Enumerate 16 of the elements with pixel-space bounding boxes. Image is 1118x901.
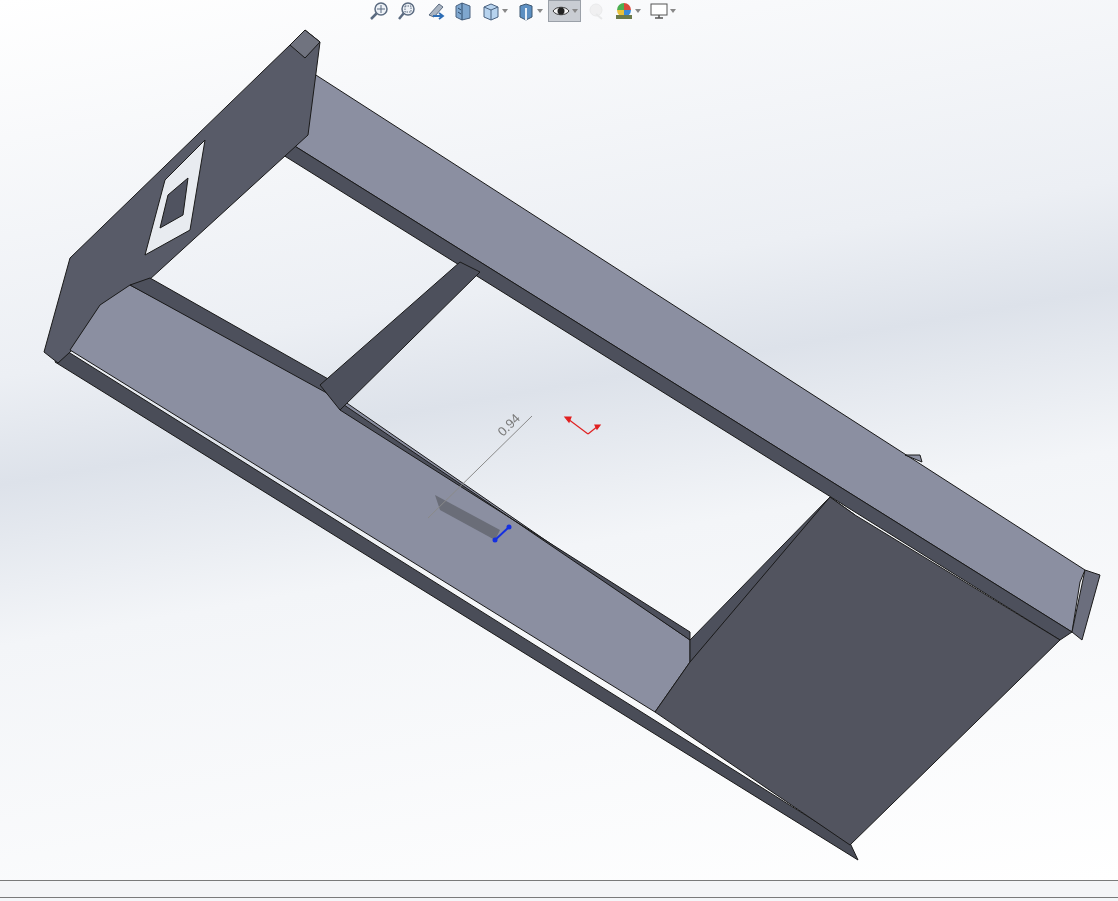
caret-icon: [670, 9, 676, 13]
caret-icon: [502, 9, 508, 13]
toolbar-button[interactable]: [548, 0, 581, 22]
dimension-value: 0.94: [494, 410, 523, 440]
section-cube-icon: [453, 1, 473, 21]
selected-edge-icon[interactable]: [492, 524, 512, 543]
zoom-area-icon: [397, 1, 417, 21]
caret-icon: [572, 9, 578, 13]
caret-icon: [537, 9, 543, 13]
caret-icon: [635, 9, 641, 13]
shaded-cube-icon: [516, 1, 536, 21]
zoom-fit-icon: [369, 1, 389, 21]
color-scene-icon: [614, 1, 634, 21]
cube-icon: [481, 1, 501, 21]
monitor-icon: [649, 1, 669, 21]
coordinate-triad-icon: [563, 416, 602, 435]
